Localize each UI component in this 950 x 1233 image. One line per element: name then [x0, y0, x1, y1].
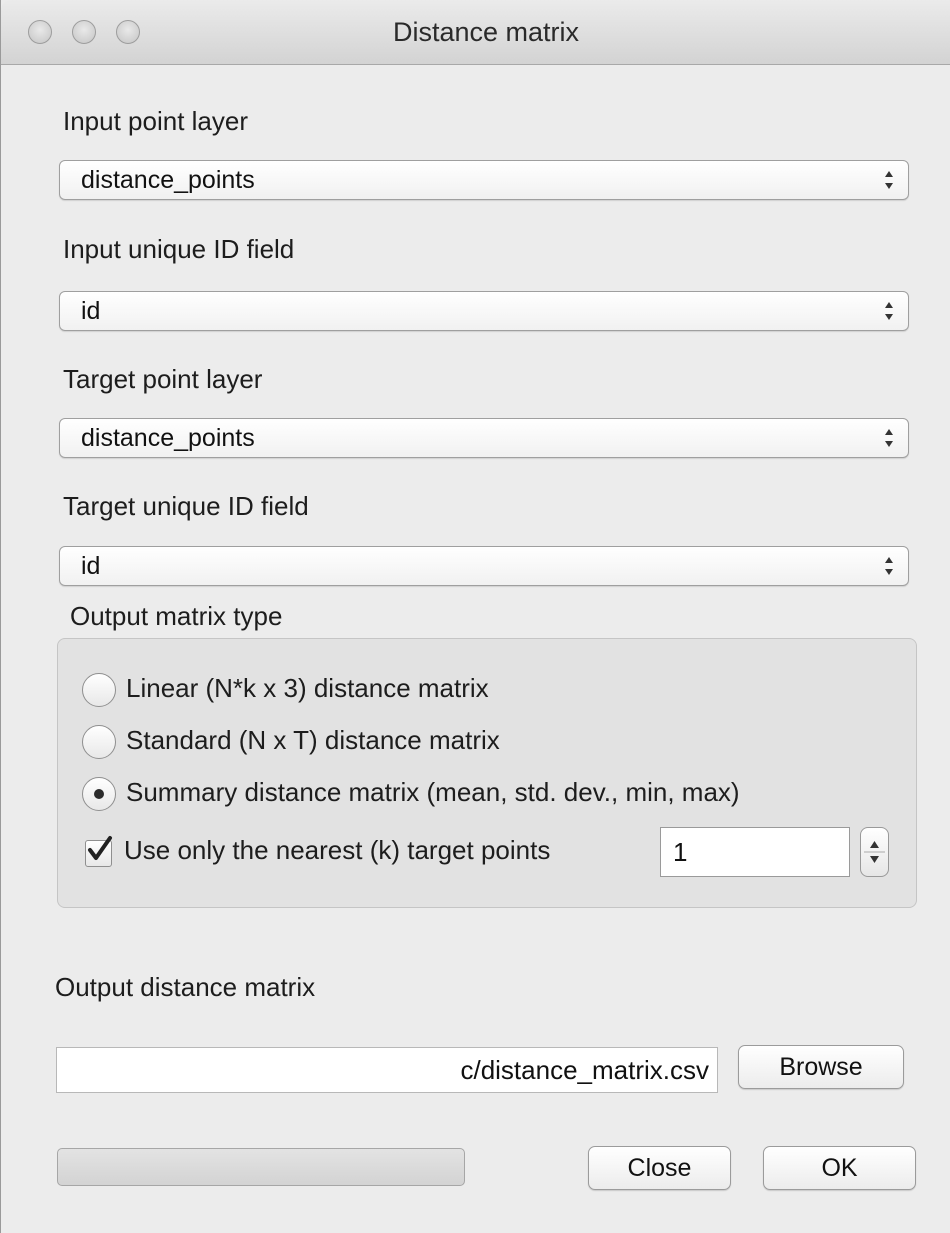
output-type-label: Output matrix type [70, 601, 283, 631]
checkmark-icon [88, 836, 112, 860]
radio-linear-label[interactable]: Linear (N*k x 3) distance matrix [126, 673, 489, 704]
window-title: Distance matrix [392, 17, 580, 47]
redacted-path-segment [67, 1051, 422, 1089]
radio-standard-label[interactable]: Standard (N x T) distance matrix [126, 725, 500, 756]
updown-arrows-icon [885, 302, 893, 320]
nearest-checkbox[interactable] [85, 836, 112, 867]
radio-selected-dot [94, 789, 104, 799]
nearest-k-stepper[interactable] [860, 827, 889, 877]
close-button[interactable]: Close [588, 1146, 731, 1190]
input-id-label: Input unique ID field [63, 234, 295, 264]
input-id-value: id [81, 297, 101, 325]
output-path-value: c/distance_matrix.csv [460, 1055, 709, 1085]
distance-matrix-dialog: Distance matrix Input point layer distan… [0, 0, 950, 1233]
ok-button[interactable]: OK [763, 1146, 916, 1190]
target-layer-label: Target point layer [63, 364, 263, 394]
radio-standard[interactable] [82, 725, 116, 759]
target-id-combo[interactable]: id [59, 546, 909, 586]
nearest-checkbox-label[interactable]: Use only the nearest (k) target points [124, 835, 550, 866]
updown-arrows-icon [885, 557, 893, 575]
input-id-combo[interactable]: id [59, 291, 909, 331]
output-matrix-label: Output distance matrix [55, 972, 316, 1002]
target-layer-value: distance_points [81, 424, 255, 452]
input-layer-combo[interactable]: distance_points [59, 160, 909, 200]
target-layer-combo[interactable]: distance_points [59, 418, 909, 458]
radio-summary-label[interactable]: Summary distance matrix (mean, std. dev.… [126, 777, 740, 808]
browse-button[interactable]: Browse [738, 1045, 904, 1089]
progress-bar [57, 1148, 465, 1186]
input-layer-value: distance_points [81, 166, 255, 194]
updown-arrows-icon [885, 171, 893, 189]
radio-summary[interactable] [82, 777, 116, 811]
input-layer-label: Input point layer [63, 106, 249, 136]
target-id-value: id [81, 552, 101, 580]
target-id-label: Target unique ID field [63, 491, 309, 521]
radio-linear[interactable] [82, 673, 116, 707]
stepper-arrows-icon [864, 841, 885, 863]
nearest-k-value: 1 [673, 837, 688, 867]
title-bar: Distance matrix [1, 0, 950, 65]
nearest-k-input[interactable]: 1 [660, 827, 850, 877]
updown-arrows-icon [885, 429, 893, 447]
